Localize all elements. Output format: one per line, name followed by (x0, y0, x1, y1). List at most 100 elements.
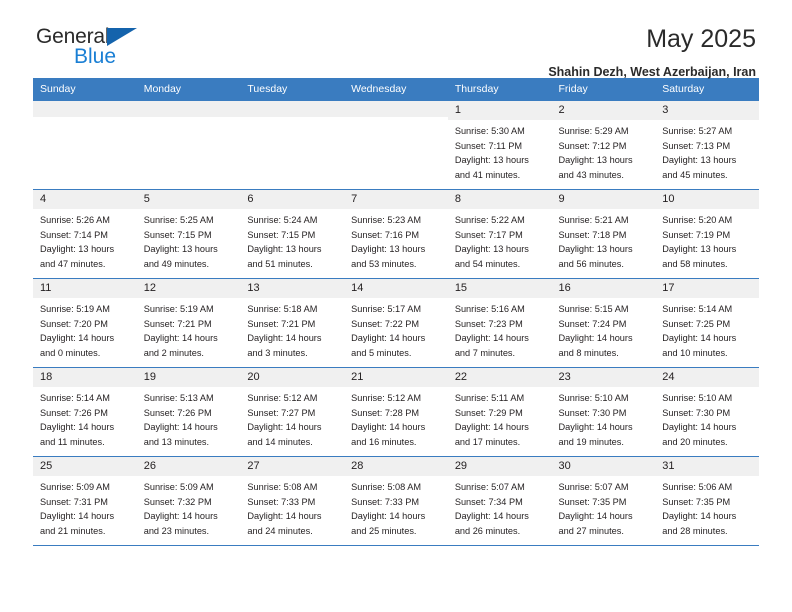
calendar-table: Sunday Monday Tuesday Wednesday Thursday… (33, 78, 759, 546)
calendar-body: 1 Sunrise: 5:30 AM Sunset: 7:11 PM Daylight… (33, 100, 759, 546)
daylight-text: Daylight: 14 hours (662, 333, 737, 344)
calendar-day-cell[interactable]: 24 Sunrise: 5:10 AM Sunset: 7:30 PM Dayligh… (655, 367, 759, 457)
sunrise-text: Sunrise: 5:14 AM (40, 392, 110, 403)
calendar-day-cell[interactable]: 25 Sunrise: 5:09 AM Sunset: 7:31 PM Dayligh… (33, 456, 137, 546)
day-number: 22 (447, 368, 552, 387)
sunset-text: Sunset: 7:15 PM (247, 229, 316, 240)
daylight-text: Daylight: 14 hours (454, 333, 529, 344)
sunrise-text: Sunrise: 5:10 AM (662, 392, 733, 403)
day-details: Sunrise: 5:24 AM Sunset: 7:15 PM Daylight:… (240, 209, 344, 273)
day-details: Sunrise: 5:12 AM Sunset: 7:27 PM Daylight:… (240, 387, 344, 451)
triangle-icon (107, 28, 138, 46)
day-details: Sunrise: 5:21 AM Sunset: 7:18 PM Daylight:… (552, 209, 656, 273)
sunset-text: Sunset: 7:27 PM (247, 407, 316, 418)
daylight-text: and 20 minutes. (662, 437, 728, 448)
sunrise-text: Sunrise: 5:23 AM (351, 214, 422, 225)
day-number: 29 (447, 457, 552, 476)
sunset-text: Sunset: 7:12 PM (558, 140, 627, 151)
sunset-text: Sunset: 7:21 PM (143, 318, 212, 329)
calendar-day-cell[interactable]: 6 Sunrise: 5:24 AM Sunset: 7:15 PM Daylight… (240, 189, 345, 279)
sunrise-text: Sunrise: 5:09 AM (143, 481, 214, 492)
sunrise-text: Sunrise: 5:17 AM (351, 303, 422, 314)
calendar-day-cell[interactable]: 16 Sunrise: 5:15 AM Sunset: 7:24 PM Dayligh… (551, 278, 656, 368)
calendar-day-cell[interactable]: 8 Sunrise: 5:22 AM Sunset: 7:17 PM Daylight… (447, 189, 552, 279)
sunrise-text: Sunrise: 5:18 AM (247, 303, 318, 314)
calendar-day-cell[interactable]: 15 Sunrise: 5:16 AM Sunset: 7:23 PM Dayligh… (447, 278, 552, 368)
sunset-text: Sunset: 7:13 PM (662, 140, 731, 151)
calendar-day-cell[interactable]: 26 Sunrise: 5:09 AM Sunset: 7:32 PM Dayligh… (136, 456, 241, 546)
calendar-day-cell[interactable]: 1 Sunrise: 5:30 AM Sunset: 7:11 PM Daylight… (447, 100, 552, 190)
daylight-text: Daylight: 14 hours (143, 511, 218, 522)
sunrise-text: Sunrise: 5:24 AM (247, 214, 318, 225)
daylight-text: Daylight: 14 hours (40, 333, 115, 344)
sunset-text: Sunset: 7:33 PM (351, 496, 420, 507)
calendar-day-cell[interactable]: 3 Sunrise: 5:27 AM Sunset: 7:13 PM Daylight… (655, 100, 759, 190)
day-number: 27 (240, 457, 345, 476)
daylight-text: and 2 minutes. (143, 348, 204, 359)
day-details: Sunrise: 5:19 AM Sunset: 7:20 PM Daylight:… (33, 298, 137, 362)
calendar-day-cell[interactable]: 2 Sunrise: 5:29 AM Sunset: 7:12 PM Daylight… (551, 100, 656, 190)
weekday-header-saturday: Saturday (655, 78, 759, 101)
daylight-text: Daylight: 14 hours (454, 511, 529, 522)
daylight-text: Daylight: 14 hours (558, 511, 633, 522)
calendar-page: General Blue May 2025 Shahin Dezh, West … (0, 0, 792, 612)
day-details: Sunrise: 5:08 AM Sunset: 7:33 PM Daylight:… (344, 476, 448, 540)
calendar-day-cell[interactable]: 9 Sunrise: 5:21 AM Sunset: 7:18 PM Daylight… (551, 189, 656, 279)
daylight-text: Daylight: 13 hours (662, 155, 737, 166)
day-details: Sunrise: 5:16 AM Sunset: 7:23 PM Daylight:… (448, 298, 552, 362)
calendar-cell-empty (344, 100, 448, 190)
daylight-text: and 3 minutes. (247, 348, 308, 359)
calendar-day-cell[interactable]: 12 Sunrise: 5:19 AM Sunset: 7:21 PM Dayligh… (136, 278, 241, 368)
calendar-day-cell[interactable]: 22 Sunrise: 5:11 AM Sunset: 7:29 PM Dayligh… (447, 367, 552, 457)
calendar-day-cell[interactable]: 23 Sunrise: 5:10 AM Sunset: 7:30 PM Dayligh… (551, 367, 656, 457)
calendar-day-cell[interactable]: 14 Sunrise: 5:17 AM Sunset: 7:22 PM Dayligh… (344, 278, 448, 368)
day-details: Sunrise: 5:08 AM Sunset: 7:33 PM Daylight:… (240, 476, 344, 540)
day-details: Sunrise: 5:18 AM Sunset: 7:21 PM Daylight:… (240, 298, 344, 362)
calendar-week-row: 11 Sunrise: 5:19 AM Sunset: 7:20 PM Dayligh… (33, 278, 759, 368)
daylight-text: Daylight: 13 hours (454, 244, 529, 255)
calendar-day-cell[interactable]: 18 Sunrise: 5:14 AM Sunset: 7:26 PM Dayligh… (33, 367, 137, 457)
calendar-day-cell[interactable]: 4 Sunrise: 5:26 AM Sunset: 7:14 PM Daylight… (33, 189, 137, 279)
sunset-text: Sunset: 7:26 PM (143, 407, 212, 418)
calendar-day-cell[interactable]: 30 Sunrise: 5:07 AM Sunset: 7:35 PM Dayligh… (551, 456, 656, 546)
sunset-text: Sunset: 7:30 PM (558, 407, 627, 418)
daylight-text: and 56 minutes. (558, 259, 624, 270)
sunset-text: Sunset: 7:32 PM (143, 496, 212, 507)
calendar-day-cell[interactable]: 5 Sunrise: 5:25 AM Sunset: 7:15 PM Daylight… (136, 189, 241, 279)
calendar-day-cell[interactable]: 17 Sunrise: 5:14 AM Sunset: 7:25 PM Dayligh… (655, 278, 759, 368)
calendar-day-cell[interactable]: 21 Sunrise: 5:12 AM Sunset: 7:28 PM Dayligh… (344, 367, 448, 457)
calendar-day-cell[interactable]: 28 Sunrise: 5:08 AM Sunset: 7:33 PM Dayligh… (344, 456, 448, 546)
daylight-text: and 21 minutes. (40, 526, 106, 537)
calendar-day-cell[interactable]: 11 Sunrise: 5:19 AM Sunset: 7:20 PM Dayligh… (33, 278, 137, 368)
daylight-text: and 7 minutes. (454, 348, 516, 359)
calendar-day-cell[interactable]: 31 Sunrise: 5:06 AM Sunset: 7:35 PM Dayligh… (655, 456, 759, 546)
calendar-day-cell[interactable]: 27 Sunrise: 5:08 AM Sunset: 7:33 PM Dayligh… (240, 456, 345, 546)
daylight-text: Daylight: 14 hours (351, 422, 426, 433)
daylight-text: Daylight: 14 hours (40, 511, 115, 522)
calendar-day-cell[interactable]: 19 Sunrise: 5:13 AM Sunset: 7:26 PM Dayligh… (136, 367, 241, 457)
daylight-text: and 10 minutes. (662, 348, 728, 359)
daylight-text: and 0 minutes. (40, 348, 101, 359)
sunset-text: Sunset: 7:16 PM (351, 229, 420, 240)
daylight-text: Daylight: 13 hours (351, 244, 426, 255)
day-details: Sunrise: 5:12 AM Sunset: 7:28 PM Daylight:… (344, 387, 448, 451)
sunrise-text: Sunrise: 5:12 AM (247, 392, 318, 403)
calendar-day-cell[interactable]: 29 Sunrise: 5:07 AM Sunset: 7:34 PM Dayligh… (447, 456, 552, 546)
sunrise-text: Sunrise: 5:08 AM (351, 481, 422, 492)
general-blue-logo[interactable]: General Blue (36, 26, 166, 74)
sunrise-text: Sunrise: 5:19 AM (40, 303, 110, 314)
calendar-day-cell[interactable]: 20 Sunrise: 5:12 AM Sunset: 7:27 PM Dayligh… (240, 367, 345, 457)
sunrise-text: Sunrise: 5:26 AM (40, 214, 110, 225)
calendar-day-cell[interactable]: 10 Sunrise: 5:20 AM Sunset: 7:19 PM Dayligh… (655, 189, 759, 279)
daylight-text: Daylight: 14 hours (558, 422, 633, 433)
daylight-text: and 27 minutes. (558, 526, 624, 537)
title-block: May 2025 Shahin Dezh, West Azerbaijan, I… (548, 25, 756, 78)
daylight-text: Daylight: 13 hours (40, 244, 115, 255)
calendar-day-cell[interactable]: 7 Sunrise: 5:23 AM Sunset: 7:16 PM Daylight… (344, 189, 448, 279)
sunset-text: Sunset: 7:31 PM (40, 496, 108, 507)
daylight-text: and 8 minutes. (558, 348, 619, 359)
sunrise-text: Sunrise: 5:25 AM (143, 214, 214, 225)
calendar-day-cell[interactable]: 13 Sunrise: 5:18 AM Sunset: 7:21 PM Dayligh… (240, 278, 345, 368)
day-details: Sunrise: 5:19 AM Sunset: 7:21 PM Daylight:… (137, 298, 241, 362)
day-number: 18 (33, 368, 137, 387)
